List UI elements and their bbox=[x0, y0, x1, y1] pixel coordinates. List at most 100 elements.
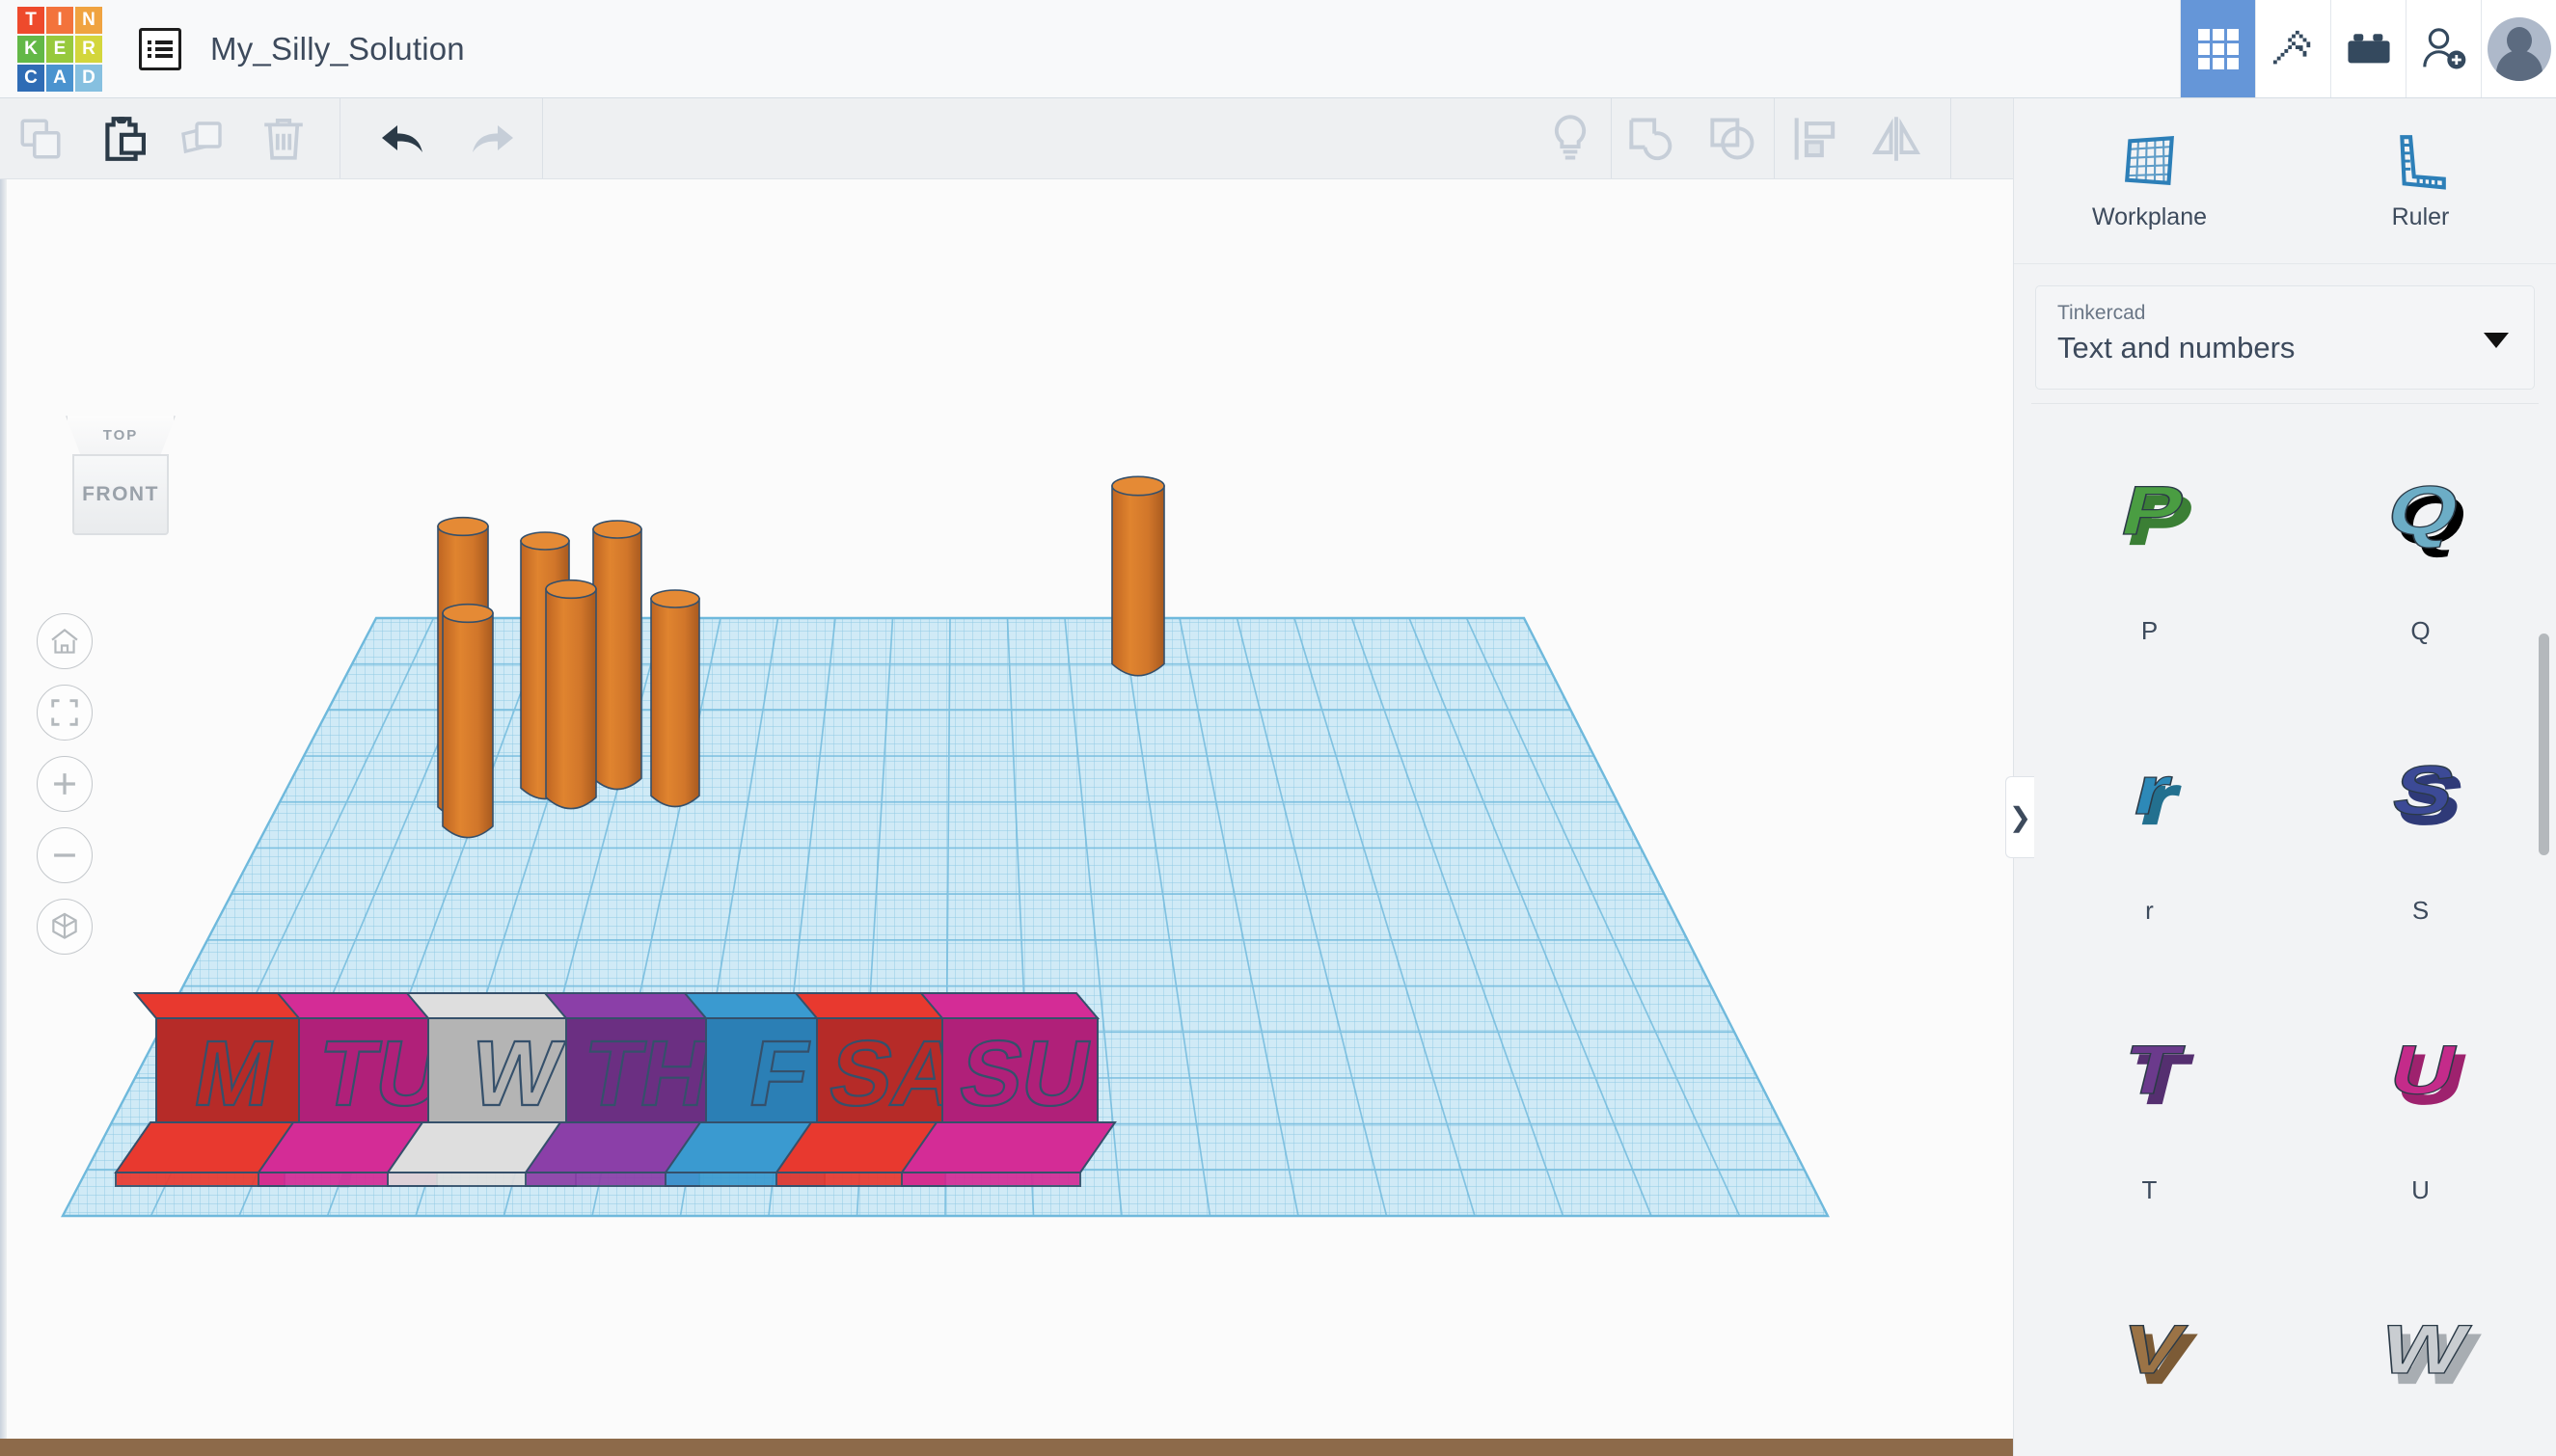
letter-glyph: F bbox=[743, 1021, 818, 1125]
shape-library-row: rrrSSS bbox=[2014, 689, 2556, 969]
invite-person-icon[interactable] bbox=[2406, 0, 2481, 97]
letter-group-friday[interactable]: F bbox=[664, 992, 861, 1187]
view-cube-front-face[interactable]: FRONT bbox=[72, 454, 169, 535]
minecraft-pickaxe-icon[interactable] bbox=[2255, 0, 2330, 97]
shape-label: Q bbox=[2410, 616, 2431, 645]
letter-group-sunday[interactable]: SU bbox=[900, 992, 1117, 1187]
duplicate-icon[interactable] bbox=[162, 98, 243, 178]
shape-label: U bbox=[2411, 1175, 2430, 1204]
mirror-icon[interactable] bbox=[1856, 98, 1937, 178]
orange-cylinder[interactable] bbox=[592, 520, 642, 791]
chevron-down-icon bbox=[2484, 333, 2509, 348]
home-view-icon[interactable] bbox=[37, 613, 93, 669]
library-source-label: Tinkercad bbox=[2057, 302, 2146, 324]
panel-collapse-toggle[interactable]: ❯ bbox=[2005, 776, 2034, 858]
library-selector-wrap: Tinkercad Text and numbers bbox=[2014, 264, 2556, 403]
workplane-watermark: Workplane bbox=[164, 1108, 528, 1188]
shape-library-grid[interactable]: PPPQQQrrrSSSTTTUUUVVVWWW bbox=[2014, 404, 2556, 1450]
letter-group-saturday[interactable]: SA bbox=[775, 992, 982, 1187]
lightbulb-note-icon[interactable] bbox=[1530, 98, 1611, 178]
letter-glyph: TH bbox=[576, 1021, 718, 1125]
top-bar: TIN KER CAD My_Silly_Solution bbox=[0, 0, 2556, 98]
object-tools-group bbox=[1530, 98, 1951, 178]
page-title[interactable]: My_Silly_Solution bbox=[210, 31, 465, 67]
orange-cylinder[interactable] bbox=[545, 579, 597, 810]
library-category-dropdown[interactable]: Tinkercad Text and numbers bbox=[2035, 285, 2535, 390]
shape-label: r bbox=[2145, 896, 2154, 925]
letter-glyph: W bbox=[464, 1021, 570, 1125]
orange-cylinder[interactable] bbox=[442, 603, 494, 839]
shape-label: T bbox=[2141, 1175, 2158, 1204]
shape-label: S bbox=[2411, 896, 2430, 925]
orange-cylinder[interactable] bbox=[520, 531, 570, 800]
redo-arrow-icon[interactable] bbox=[448, 98, 529, 178]
shape-thumbnail: QQ bbox=[2349, 435, 2493, 599]
letter-glyph: SA bbox=[822, 1021, 968, 1125]
list-menu-icon[interactable] bbox=[139, 27, 181, 70]
shape-thumbnail: rr bbox=[2078, 715, 2222, 878]
workplane-tool-label: Workplane bbox=[2091, 203, 2208, 230]
logo-cell-d: D bbox=[75, 64, 102, 92]
design-canvas[interactable]: Workplane M TU W TH F SA SU TOP FRONT bbox=[0, 179, 2013, 1456]
shape-thumbnail: WW bbox=[2349, 1274, 2493, 1438]
view-cube-top-face[interactable]: TOP bbox=[66, 416, 176, 456]
shape-letter-s[interactable]: SSS bbox=[2285, 689, 2556, 969]
view-cube[interactable]: TOP FRONT bbox=[56, 414, 185, 539]
shape-library-scrollbar[interactable] bbox=[2539, 634, 2549, 855]
shape-thumbnail: UU bbox=[2349, 994, 2493, 1158]
group-icon[interactable] bbox=[1612, 98, 1693, 178]
logo-cell-e: E bbox=[46, 35, 73, 63]
letter-glyph: TU bbox=[312, 1021, 453, 1125]
zoom-in-icon[interactable] bbox=[37, 756, 93, 812]
shape-letter-w[interactable]: WWW bbox=[2285, 1249, 2556, 1450]
letter-glyph: SU bbox=[952, 1021, 1099, 1125]
ungroup-icon[interactable] bbox=[1693, 98, 1774, 178]
letter-group-tuesday[interactable]: TU bbox=[257, 992, 474, 1187]
library-category-label: Text and numbers bbox=[2057, 331, 2296, 364]
logo-cell-c: C bbox=[17, 64, 44, 92]
letter-group-thursday[interactable]: TH bbox=[524, 992, 736, 1187]
canvas-left-edge bbox=[0, 179, 7, 1456]
zoom-out-icon[interactable] bbox=[37, 827, 93, 883]
paste-icon[interactable] bbox=[81, 98, 162, 178]
letter-glyph: M bbox=[187, 1021, 283, 1125]
shape-letter-v[interactable]: VVV bbox=[2014, 1249, 2285, 1450]
align-icon[interactable] bbox=[1775, 98, 1856, 178]
clipboard-group bbox=[0, 98, 340, 178]
tinkercad-logo[interactable]: TIN KER CAD bbox=[17, 6, 102, 92]
letter-group-wednesday[interactable]: W bbox=[386, 992, 612, 1187]
user-avatar[interactable] bbox=[2481, 0, 2556, 97]
logo-cell-k: K bbox=[17, 35, 44, 63]
shape-letter-q[interactable]: QQQ bbox=[2285, 410, 2556, 689]
copy-icon[interactable] bbox=[0, 98, 81, 178]
perspective-toggle-icon[interactable] bbox=[37, 899, 93, 955]
right-panel: Workplane Ruler Tinkercad Text and numbe… bbox=[2013, 98, 2556, 1456]
logo-cell-n: N bbox=[75, 6, 102, 34]
history-group bbox=[367, 98, 543, 178]
orange-cylinder[interactable] bbox=[1111, 475, 1165, 677]
workplane-scene[interactable]: Workplane M TU W TH F SASU bbox=[0, 179, 2013, 1456]
delete-trash-icon[interactable] bbox=[243, 98, 324, 178]
shape-library-row: VVVWWW bbox=[2014, 1249, 2556, 1450]
logo-cell-a: A bbox=[46, 64, 73, 92]
undo-arrow-icon[interactable] bbox=[367, 98, 448, 178]
lego-brick-icon[interactable] bbox=[2330, 0, 2406, 97]
blocks-icon[interactable] bbox=[2180, 0, 2255, 97]
shape-letter-r[interactable]: rrr bbox=[2014, 689, 2285, 969]
workplane-tool[interactable]: Workplane bbox=[2014, 98, 2285, 263]
shape-library-row: TTTUUU bbox=[2014, 969, 2556, 1249]
shape-letter-p[interactable]: PPP bbox=[2014, 410, 2285, 689]
fit-to-view-icon[interactable] bbox=[37, 685, 93, 741]
shape-letter-t[interactable]: TTT bbox=[2014, 969, 2285, 1249]
orange-cylinder[interactable] bbox=[650, 589, 700, 808]
shape-thumbnail: TT bbox=[2078, 994, 2222, 1158]
logo-cell-t: T bbox=[17, 6, 44, 34]
letter-group-monday[interactable]: M bbox=[114, 992, 321, 1187]
ruler-tool[interactable]: Ruler bbox=[2285, 98, 2556, 263]
shape-letter-u[interactable]: UUU bbox=[2285, 969, 2556, 1249]
shape-library-row: PPPQQQ bbox=[2014, 410, 2556, 689]
orange-cylinder[interactable] bbox=[437, 516, 489, 820]
avatar bbox=[2487, 16, 2551, 81]
shape-label: P bbox=[2140, 616, 2159, 645]
logo-cell-r: R bbox=[75, 35, 102, 63]
